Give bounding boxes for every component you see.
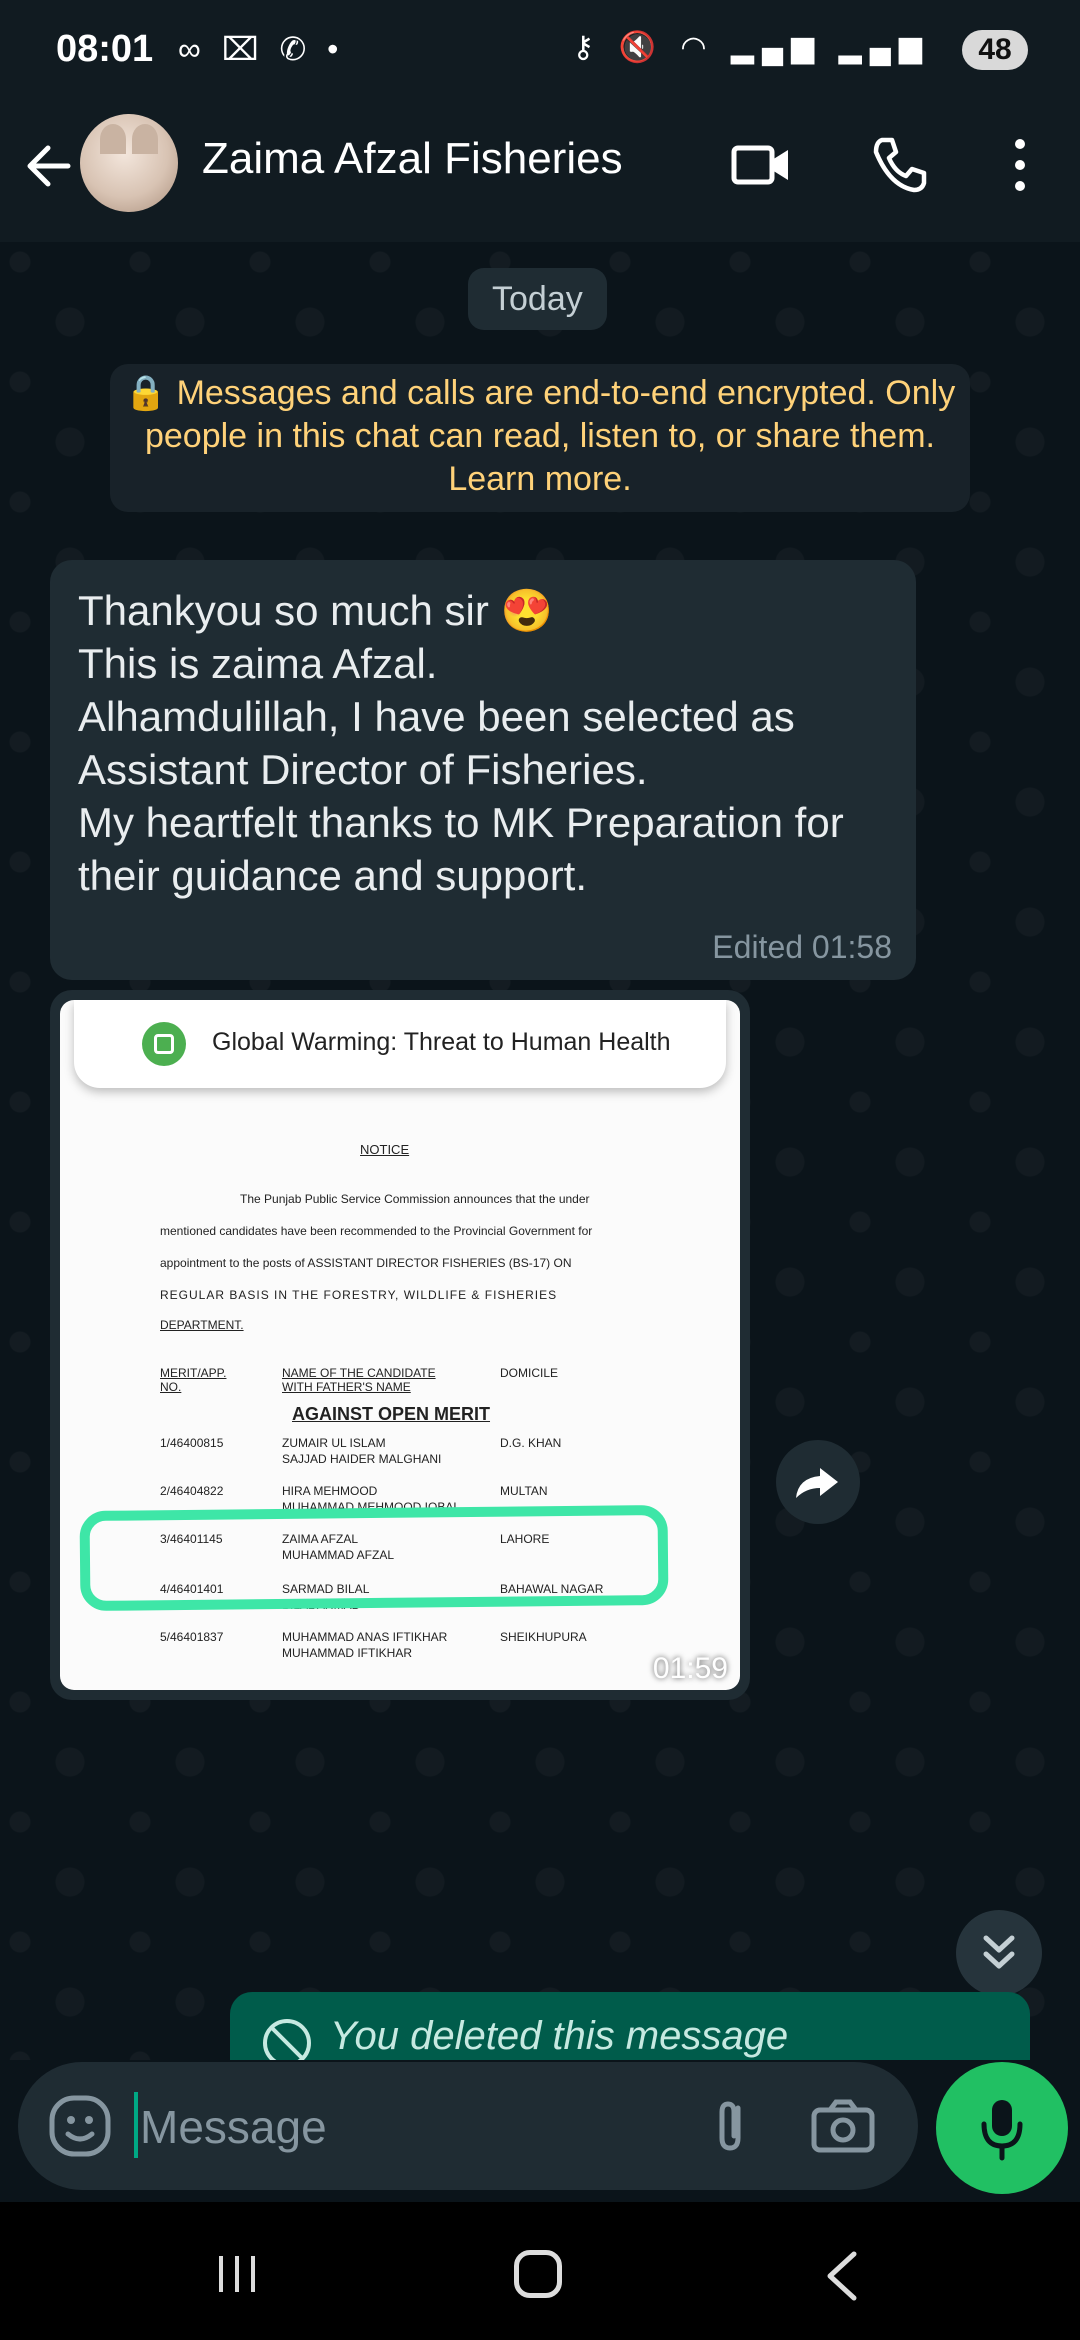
nav-back-icon[interactable] xyxy=(820,2250,864,2302)
incoming-message[interactable]: Thankyou so much sir 😍 This is zaima Afz… xyxy=(50,560,916,980)
system-navigation-bar xyxy=(0,2202,1080,2340)
image-content[interactable]: Global Warming: Threat to Human Health N… xyxy=(60,1000,740,1690)
notice-line: REGULAR BASIS IN THE FORESTRY, WILDLIFE … xyxy=(160,1288,558,1302)
merit-no: 1/46400815 xyxy=(160,1436,224,1450)
notice-line: appointment to the posts of ASSISTANT DI… xyxy=(160,1256,572,1270)
recent-apps-icon[interactable] xyxy=(215,2252,259,2296)
dot-icon: • xyxy=(327,31,345,67)
image-timestamp: 01:59 xyxy=(652,1652,728,1685)
status-right-icons: ⚷ 🔇 ◠ ▂▄▆ ▂▄▆ xyxy=(572,30,930,65)
notice-line: DEPARTMENT. xyxy=(160,1318,244,1332)
lock-icon: 🔒 xyxy=(124,374,168,412)
column-header-domicile: DOMICILE xyxy=(500,1366,559,1380)
block-icon xyxy=(263,2019,311,2060)
phone-icon[interactable] xyxy=(868,134,930,196)
merit-no: 5/46401837 xyxy=(160,1630,224,1644)
message-text: Thankyou so much sir 😍 This is zaima Afz… xyxy=(78,587,844,899)
encryption-text: Messages and calls are end-to-end encryp… xyxy=(144,374,956,498)
chat-area[interactable]: Today 🔒 Messages and calls are end-to-en… xyxy=(0,242,1080,2060)
notice-title: NOTICE xyxy=(360,1142,410,1157)
contact-name[interactable]: Zaima Afzal Fisheries xyxy=(202,134,623,184)
domicile: SHEIKHUPURA xyxy=(500,1630,587,1644)
domicile: MULTAN xyxy=(500,1484,548,1498)
text-cursor xyxy=(134,2092,138,2158)
outgoing-deleted-message[interactable]: You deleted this message xyxy=(230,1992,1030,2060)
image-message[interactable]: Global Warming: Threat to Human Health N… xyxy=(50,990,750,1700)
chat-header: Zaima Afzal Fisheries xyxy=(0,100,1080,244)
attach-icon[interactable] xyxy=(698,2094,762,2158)
emoji-icon[interactable] xyxy=(46,2092,114,2160)
section-heading: AGAINST OPEN MERIT xyxy=(292,1404,491,1424)
signal-icon: ▂▄▆ xyxy=(730,31,823,64)
message-icon: ⌧ xyxy=(221,31,265,67)
message-composer[interactable]: Message xyxy=(18,2062,918,2190)
message-meta: Edited 01:58 xyxy=(712,929,892,965)
notification-card: Global Warming: Threat to Human Health xyxy=(74,1000,726,1088)
more-vert-icon[interactable] xyxy=(1000,134,1040,196)
key-icon: ⚷ xyxy=(572,31,603,64)
domicile: D.G. KHAN xyxy=(500,1436,562,1450)
mic-icon[interactable] xyxy=(936,2062,1068,2194)
status-time: 08:01 xyxy=(56,28,154,70)
status-bar: 08:01 ∞ ⌧ ✆ • ⚷ 🔇 ◠ ▂▄▆ ▂▄▆ 48 xyxy=(0,0,1080,100)
forward-icon[interactable] xyxy=(776,1440,860,1524)
highlight-marker xyxy=(79,1504,669,1612)
home-icon[interactable] xyxy=(514,2250,562,2298)
app-icon xyxy=(142,1022,186,1066)
notification-icon: ∞ xyxy=(178,31,207,67)
back-arrow-icon[interactable] xyxy=(18,134,82,198)
camera-icon[interactable] xyxy=(808,2094,878,2158)
video-call-icon[interactable] xyxy=(730,134,792,196)
wifi-icon: ◠ xyxy=(680,31,715,64)
avatar[interactable] xyxy=(80,114,178,212)
father-name: SAJJAD HAIDER MALGHANI xyxy=(282,1452,442,1466)
message-input[interactable]: Message xyxy=(140,2100,327,2154)
date-chip: Today xyxy=(468,268,607,330)
status-left-icons: ∞ ⌧ ✆ • xyxy=(178,30,344,68)
scroll-down-icon[interactable] xyxy=(956,1910,1042,1996)
notification-title: Global Warming: Threat to Human Health xyxy=(212,1028,671,1056)
candidate-name: HIRA MEHMOOD xyxy=(282,1484,378,1498)
whatsapp-icon: ✆ xyxy=(279,31,313,67)
column-header-merit: MERIT/APP. NO. xyxy=(160,1366,227,1394)
candidate-name: MUHAMMAD ANAS IFTIKHAR xyxy=(282,1630,448,1644)
father-name: MUHAMMAD IFTIKHAR xyxy=(282,1646,412,1660)
encryption-notice[interactable]: 🔒 Messages and calls are end-to-end encr… xyxy=(110,364,970,512)
notice-line: mentioned candidates have been recommend… xyxy=(160,1224,593,1238)
notice-line: The Punjab Public Service Commission ann… xyxy=(240,1192,590,1206)
signal-icon: ▂▄▆ xyxy=(838,31,930,64)
column-header-name: NAME OF THE CANDIDATE WITH FATHER'S NAME xyxy=(282,1366,436,1394)
mute-icon: 🔇 xyxy=(618,31,664,64)
merit-no: 2/46404822 xyxy=(160,1484,224,1498)
battery-indicator: 48 xyxy=(962,30,1028,70)
deleted-message-text: You deleted this message xyxy=(330,2014,789,2058)
candidate-name: ZUMAIR UL ISLAM xyxy=(282,1436,386,1450)
